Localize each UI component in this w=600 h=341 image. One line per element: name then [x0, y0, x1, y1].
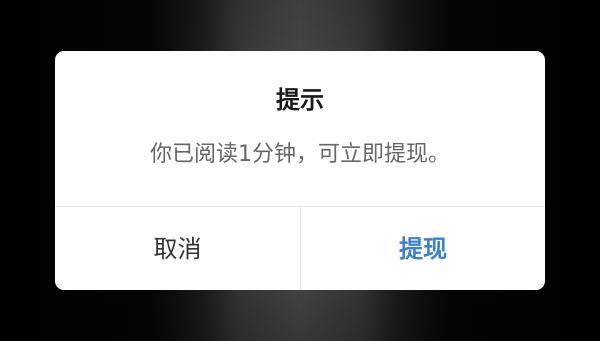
dialog-title: 提示: [276, 86, 324, 114]
dialog-content: 提示 你已阅读1分钟，可立即提现。: [55, 51, 545, 206]
cancel-button[interactable]: 取消: [55, 207, 300, 290]
withdraw-button[interactable]: 提现: [301, 207, 545, 290]
alert-dialog: 提示 你已阅读1分钟，可立即提现。 取消 提现: [55, 51, 545, 290]
dialog-message: 你已阅读1分钟，可立即提现。: [150, 142, 450, 167]
